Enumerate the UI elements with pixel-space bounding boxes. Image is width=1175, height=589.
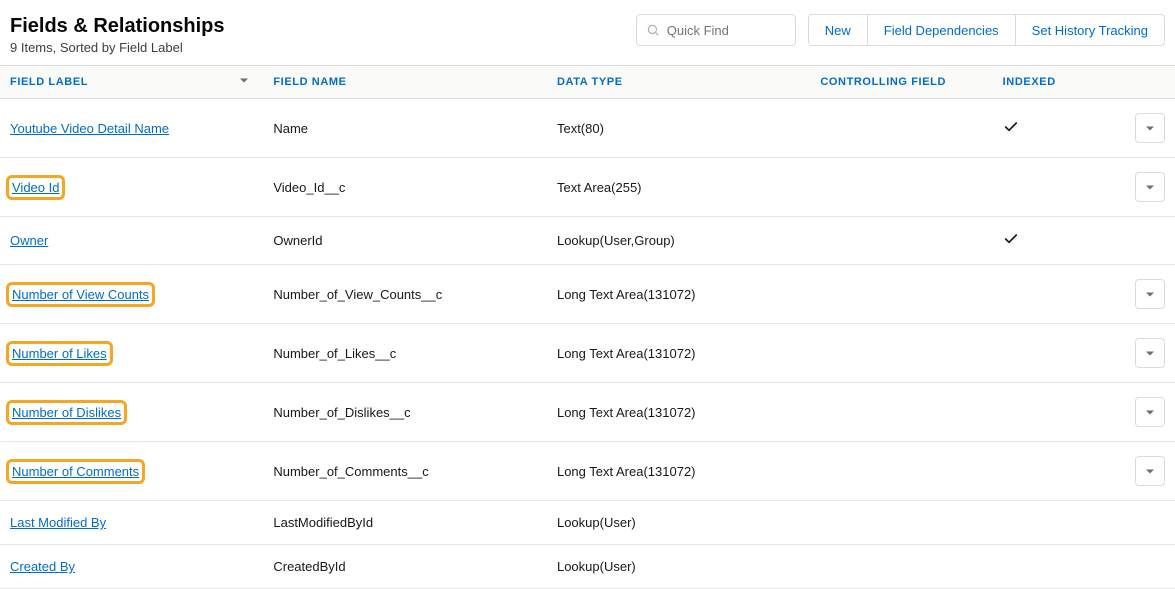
field-dependencies-button[interactable]: Field Dependencies	[868, 14, 1016, 46]
title-block: Fields & Relationships 9 Items, Sorted b…	[10, 14, 224, 55]
table-row: Owner OwnerIdLookup(User,Group)	[0, 217, 1175, 265]
indexed-cell	[993, 501, 1125, 545]
data-type-cell: Lookup(User)	[547, 501, 810, 545]
field-label-link[interactable]: Number of Dislikes	[10, 404, 123, 421]
row-action-cell	[1124, 158, 1175, 217]
col-header-field-name[interactable]: FIELD NAME	[263, 66, 547, 99]
field-name-cell: OwnerId	[263, 217, 547, 265]
data-type-cell: Lookup(User)	[547, 545, 810, 589]
controlling-field-cell	[810, 442, 992, 501]
row-action-cell	[1124, 545, 1175, 589]
fields-table: FIELD LABEL FIELD NAME DATA TYPE CONTROL…	[0, 65, 1175, 589]
chevron-down-icon	[1145, 121, 1155, 136]
col-header-field-label[interactable]: FIELD LABEL	[0, 66, 263, 99]
controlling-field-cell	[810, 158, 992, 217]
field-label-link[interactable]: Number of Comments	[10, 463, 141, 480]
page-title: Fields & Relationships	[10, 14, 224, 38]
table-row: Created By CreatedByIdLookup(User)	[0, 545, 1175, 589]
field-label-link[interactable]: Video Id	[10, 179, 61, 196]
chevron-down-icon	[1145, 405, 1155, 420]
indexed-cell	[993, 265, 1125, 324]
col-header-controlling-field[interactable]: CONTROLLING FIELD	[810, 66, 992, 99]
field-label-link[interactable]: Owner	[10, 233, 48, 248]
row-action-cell	[1124, 383, 1175, 442]
action-button-group: New Field Dependencies Set History Track…	[808, 14, 1165, 46]
field-name-cell: Video_Id__c	[263, 158, 547, 217]
data-type-cell: Long Text Area(131072)	[547, 265, 810, 324]
data-type-cell: Text(80)	[547, 99, 810, 158]
indexed-cell	[993, 158, 1125, 217]
indexed-cell	[993, 383, 1125, 442]
table-header-row: FIELD LABEL FIELD NAME DATA TYPE CONTROL…	[0, 66, 1175, 99]
header-bar: Fields & Relationships 9 Items, Sorted b…	[0, 0, 1175, 65]
row-action-cell	[1124, 265, 1175, 324]
row-action-cell	[1124, 324, 1175, 383]
controlling-field-cell	[810, 217, 992, 265]
field-label-link[interactable]: Number of Likes	[10, 345, 109, 362]
row-action-cell	[1124, 217, 1175, 265]
indexed-cell	[993, 99, 1125, 158]
controlling-field-cell	[810, 545, 992, 589]
controlling-field-cell	[810, 265, 992, 324]
row-action-cell	[1124, 442, 1175, 501]
field-label-link[interactable]: Last Modified By	[10, 515, 106, 530]
field-label-link[interactable]: Number of View Counts	[10, 286, 151, 303]
quick-find-input[interactable]	[636, 14, 796, 46]
table-row: Number of Comments Number_of_Comments__cL…	[0, 442, 1175, 501]
row-action-menu-button[interactable]	[1135, 113, 1165, 143]
table-row: Number of Likes Number_of_Likes__cLong Te…	[0, 324, 1175, 383]
row-action-menu-button[interactable]	[1135, 172, 1165, 202]
indexed-cell	[993, 442, 1125, 501]
field-name-cell: LastModifiedById	[263, 501, 547, 545]
indexed-cell	[993, 217, 1125, 265]
row-action-cell	[1124, 501, 1175, 545]
data-type-cell: Long Text Area(131072)	[547, 324, 810, 383]
controlling-field-cell	[810, 383, 992, 442]
data-type-cell: Text Area(255)	[547, 158, 810, 217]
col-header-field-label-text: FIELD LABEL	[10, 76, 88, 88]
table-row: Last Modified By LastModifiedByIdLookup(U…	[0, 501, 1175, 545]
field-name-cell: Number_of_Comments__c	[263, 442, 547, 501]
indexed-cell	[993, 324, 1125, 383]
sort-caret-icon	[239, 76, 249, 89]
table-row: Video Id Video_Id__cText Area(255)	[0, 158, 1175, 217]
field-name-cell: Number_of_Dislikes__c	[263, 383, 547, 442]
row-action-menu-button[interactable]	[1135, 279, 1165, 309]
field-name-cell: Number_of_View_Counts__c	[263, 265, 547, 324]
set-history-tracking-button[interactable]: Set History Tracking	[1016, 14, 1165, 46]
page-subtitle: 9 Items, Sorted by Field Label	[10, 40, 224, 55]
col-header-data-type[interactable]: DATA TYPE	[547, 66, 810, 99]
chevron-down-icon	[1145, 287, 1155, 302]
controlling-field-cell	[810, 99, 992, 158]
data-type-cell: Long Text Area(131072)	[547, 442, 810, 501]
check-icon	[1003, 231, 1019, 247]
row-action-menu-button[interactable]	[1135, 338, 1165, 368]
field-label-link[interactable]: Youtube Video Detail Name	[10, 121, 169, 136]
new-button[interactable]: New	[808, 14, 868, 46]
check-icon	[1003, 119, 1019, 135]
indexed-cell	[993, 545, 1125, 589]
controlling-field-cell	[810, 501, 992, 545]
chevron-down-icon	[1145, 346, 1155, 361]
chevron-down-icon	[1145, 464, 1155, 479]
row-action-cell	[1124, 99, 1175, 158]
row-action-menu-button[interactable]	[1135, 397, 1165, 427]
row-action-menu-button[interactable]	[1135, 456, 1165, 486]
field-name-cell: Name	[263, 99, 547, 158]
table-row: Number of View Counts Number_of_View_Coun…	[0, 265, 1175, 324]
col-header-indexed[interactable]: INDEXED	[993, 66, 1125, 99]
chevron-down-icon	[1145, 180, 1155, 195]
controlling-field-cell	[810, 324, 992, 383]
search-wrap	[636, 14, 796, 46]
data-type-cell: Lookup(User,Group)	[547, 217, 810, 265]
table-row: Youtube Video Detail Name NameText(80)	[0, 99, 1175, 158]
table-row: Number of Dislikes Number_of_Dislikes__cL…	[0, 383, 1175, 442]
field-name-cell: CreatedById	[263, 545, 547, 589]
top-actions: New Field Dependencies Set History Track…	[636, 14, 1165, 46]
col-header-actions	[1124, 66, 1175, 99]
field-label-link[interactable]: Created By	[10, 559, 75, 574]
data-type-cell: Long Text Area(131072)	[547, 383, 810, 442]
field-name-cell: Number_of_Likes__c	[263, 324, 547, 383]
